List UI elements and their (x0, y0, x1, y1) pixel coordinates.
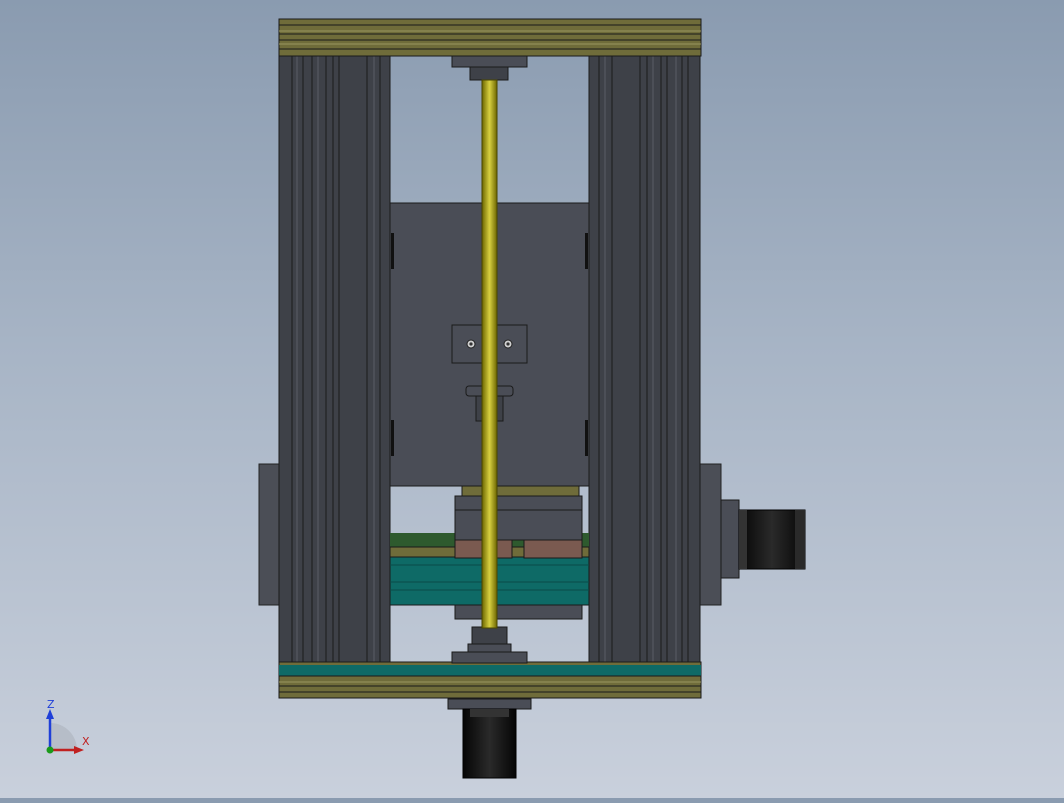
cad-viewport[interactable]: Z X (0, 0, 1064, 798)
left-side-bracket (258, 463, 280, 606)
z-axis-label: Z (47, 698, 55, 711)
left-vertical-extrusion (278, 54, 391, 664)
bottom-stepper-motor (462, 708, 517, 779)
right-motor-bracket (720, 499, 740, 579)
top-bearing-mount (451, 55, 528, 81)
right-side-bracket (699, 463, 722, 606)
bottom-coupler (451, 626, 528, 664)
bottom-horizontal-extrusion (278, 661, 702, 699)
bottom-motor-mount (447, 698, 532, 710)
coordinate-triad: Z X (40, 695, 100, 755)
x-axis-label: X (82, 735, 90, 748)
right-vertical-extrusion (588, 54, 701, 664)
right-stepper-motor (738, 509, 806, 570)
lead-screw (481, 79, 498, 629)
cad-model-drawing[interactable] (0, 0, 1064, 798)
top-horizontal-extrusion (278, 18, 702, 57)
